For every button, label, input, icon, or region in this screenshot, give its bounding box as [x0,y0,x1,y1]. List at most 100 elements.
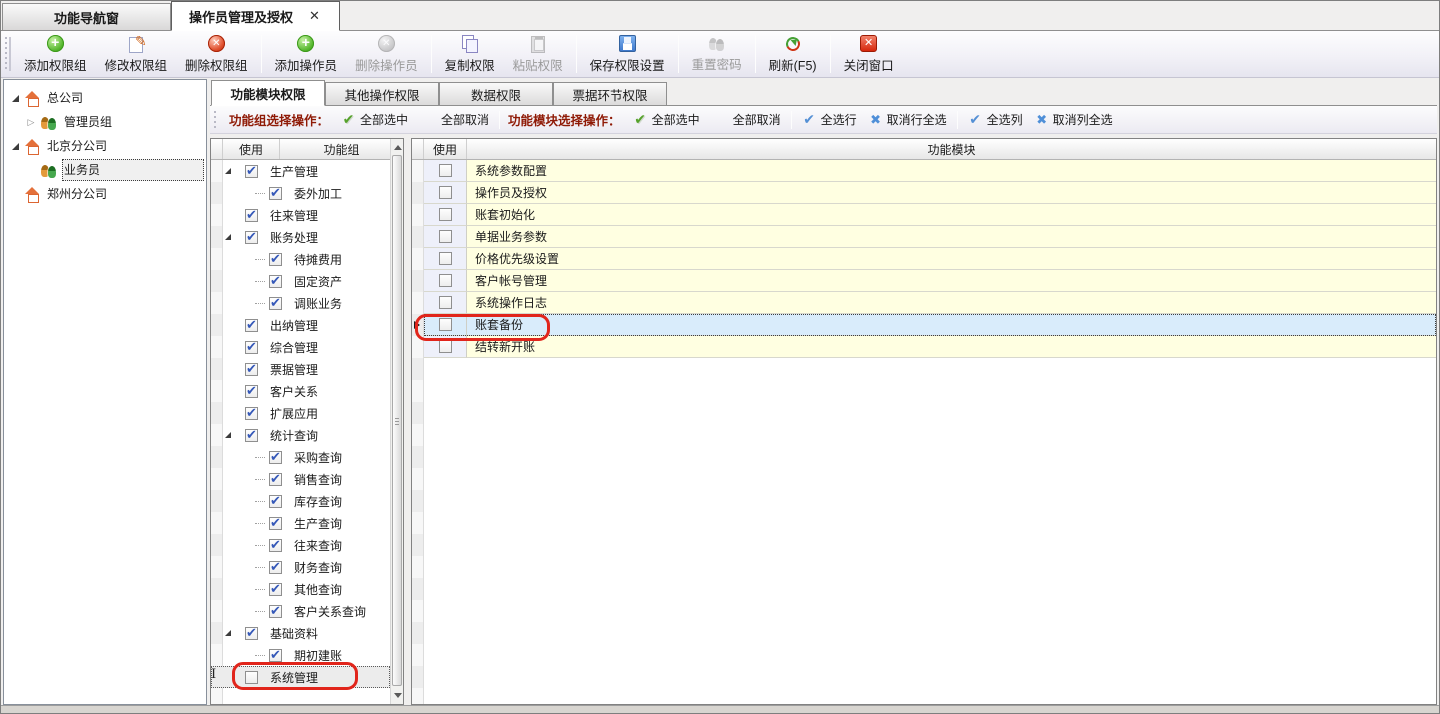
function-module-row[interactable]: 操作员及授权 [412,182,1436,204]
use-checkbox[interactable] [245,341,258,354]
column-header-module[interactable]: 功能模块 [467,139,1436,159]
use-checkbox[interactable] [439,274,452,287]
function-group-row[interactable]: 其他查询 [211,578,390,600]
use-checkbox[interactable] [439,318,452,331]
tree-expander-icon[interactable] [225,168,245,174]
permission-tab[interactable]: 其他操作权限 [325,82,439,105]
row-content[interactable]: 结转新开账 [424,336,1436,358]
use-checkbox[interactable] [245,231,258,244]
use-checkbox[interactable] [269,275,282,288]
selection-action-button[interactable]: 取消列全选 [1029,109,1119,130]
function-group-row[interactable]: 固定资产 [211,270,390,292]
toolbar-button[interactable]: 添加操作员 [266,32,347,76]
use-checkbox[interactable] [269,583,282,596]
row-selector-cell[interactable] [412,204,424,226]
tab-inactive[interactable]: 功能导航窗 [2,3,171,30]
selection-action-button[interactable]: 全部取消 [414,109,495,130]
toolbar-button[interactable]: 修改权限组 [96,32,177,76]
tree-expander-icon[interactable] [225,630,245,636]
use-checkbox[interactable] [245,671,258,684]
toolbar-button[interactable]: 删除权限组 [176,32,257,76]
function-module-row[interactable]: 账套初始化 [412,204,1436,226]
use-checkbox[interactable] [269,495,282,508]
tree-expander-icon[interactable] [9,143,21,150]
function-group-row[interactable]: 待摊费用 [211,248,390,270]
use-checkbox[interactable] [439,186,452,199]
function-group-row[interactable]: 生产查询 [211,512,390,534]
function-module-row[interactable]: 客户帐号管理 [412,270,1436,292]
use-checkbox[interactable] [245,165,258,178]
selection-action-button[interactable]: 全选行 [796,109,863,130]
function-group-row[interactable]: 基础资料 [211,622,390,644]
function-group-row[interactable]: 统计查询 [211,424,390,446]
use-checkbox[interactable] [245,363,258,376]
use-checkbox[interactable] [439,230,452,243]
row-content[interactable]: 系统操作日志 [424,292,1436,314]
row-content[interactable]: 账套初始化 [424,204,1436,226]
row-content[interactable]: 价格优先级设置 [424,248,1436,270]
use-checkbox[interactable] [245,319,258,332]
function-group-row[interactable]: 委外加工 [211,182,390,204]
tree-expander-icon[interactable]: ▷ [25,118,37,127]
toolbar-button[interactable]: 添加权限组 [15,32,96,76]
row-content[interactable]: 系统参数配置 [424,160,1436,182]
column-header-use[interactable]: 使用 [223,139,280,159]
org-tree-item[interactable]: 业务员 [4,158,206,182]
use-checkbox[interactable] [269,187,282,200]
permission-tab[interactable]: 数据权限 [439,82,553,105]
use-checkbox[interactable] [269,605,282,618]
function-group-row[interactable]: 往来查询 [211,534,390,556]
tree-expander-icon[interactable] [225,234,245,240]
function-group-row[interactable]: 综合管理 [211,336,390,358]
selection-action-button[interactable]: 全部选中 [627,109,706,130]
use-checkbox[interactable] [439,208,452,221]
use-checkbox[interactable] [245,407,258,420]
tab-close-icon[interactable]: ✕ [307,8,322,24]
use-checkbox[interactable] [439,164,452,177]
selection-action-button[interactable]: 全部选中 [335,109,414,130]
use-checkbox[interactable] [439,340,452,353]
function-group-row[interactable]: 票据管理 [211,358,390,380]
function-group-row[interactable]: 期初建账 [211,644,390,666]
row-selector-cell[interactable] [412,160,424,182]
function-group-row[interactable]: 客户关系 [211,380,390,402]
use-checkbox[interactable] [269,451,282,464]
tab-active[interactable]: 操作员管理及授权✕ [171,1,340,31]
scroll-down-arrow-icon[interactable] [394,693,402,698]
function-group-row[interactable]: 调账业务 [211,292,390,314]
toolbar-button[interactable]: 保存权限设置 [581,32,674,76]
function-module-row[interactable]: 账套备份 [412,314,1436,336]
use-checkbox[interactable] [269,473,282,486]
function-module-row[interactable]: 系统操作日志 [412,292,1436,314]
selection-action-button[interactable]: 全选列 [962,109,1029,130]
function-group-row[interactable]: 客户关系查询 [211,600,390,622]
use-checkbox[interactable] [269,517,282,530]
row-selector-cell[interactable] [412,226,424,248]
row-selector-cell[interactable] [412,182,424,204]
column-header-group[interactable]: 功能组 [280,139,403,159]
use-checkbox[interactable] [439,296,452,309]
use-checkbox[interactable] [269,297,282,310]
row-selector-cell[interactable] [412,336,424,358]
org-tree-item[interactable]: 北京分公司 [4,134,206,158]
tree-expander-icon[interactable] [225,432,245,438]
function-group-row[interactable]: 出纳管理 [211,314,390,336]
use-checkbox[interactable] [269,253,282,266]
row-selector-cell[interactable] [412,270,424,292]
use-checkbox[interactable] [245,209,258,222]
use-checkbox[interactable] [245,385,258,398]
scroll-up-arrow-icon[interactable] [394,145,402,150]
function-group-row[interactable]: 财务查询 [211,556,390,578]
toolbar-button[interactable]: 复制权限 [436,32,504,76]
function-group-row[interactable]: 销售查询 [211,468,390,490]
toolbar-button[interactable]: 刷新(F5) [760,32,826,76]
use-checkbox[interactable] [245,627,258,640]
function-group-row[interactable]: 生产管理 [211,160,390,182]
function-group-row[interactable]: 采购查询 [211,446,390,468]
function-group-row[interactable]: 扩展应用 [211,402,390,424]
use-checkbox[interactable] [245,429,258,442]
selection-action-button[interactable]: 全部取消 [706,109,787,130]
row-content[interactable]: 账套备份 [424,314,1436,336]
row-content[interactable]: 客户帐号管理 [424,270,1436,292]
row-selector-cell[interactable] [412,314,424,336]
